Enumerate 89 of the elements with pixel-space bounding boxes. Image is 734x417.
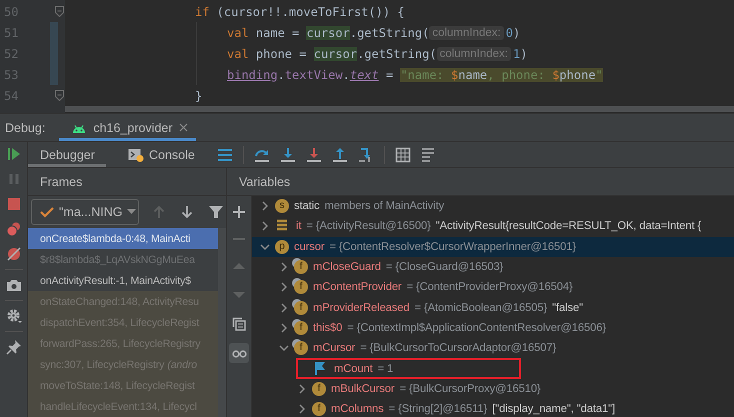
variable-name: mContentProvider bbox=[313, 281, 402, 294]
debug-label: Debug: bbox=[4, 120, 46, 137]
calculator-icon[interactable] bbox=[394, 146, 411, 162]
field-icon: f bbox=[312, 402, 326, 416]
field-icon: f bbox=[294, 320, 308, 335]
camera-icon[interactable] bbox=[6, 277, 22, 293]
code-line: if (cursor!!.moveToFirst()) { bbox=[195, 4, 405, 18]
variable-row[interactable]: f mContentProvider = {ContentProviderProxy@16504} bbox=[252, 277, 734, 298]
fold-icon[interactable] bbox=[55, 90, 64, 101]
code-line: val phone = cursor.getString( columnIndex: 1) bbox=[227, 46, 528, 60]
static-icon: s bbox=[275, 199, 289, 214]
variable-value: = {String[2]@16511} bbox=[388, 403, 488, 416]
variable-value: = {ContextImpl$ApplicationContentResolver@16506} bbox=[347, 322, 606, 334]
resume-icon[interactable] bbox=[6, 146, 22, 162]
minus-icon bbox=[233, 238, 245, 240]
down-arrow-icon[interactable] bbox=[179, 205, 195, 219]
field-icon: f bbox=[312, 382, 326, 396]
code-line: } bbox=[195, 88, 202, 102]
breakpoints-icon[interactable] bbox=[6, 221, 22, 237]
variable-value: = {CloseGuard@16503} bbox=[386, 261, 504, 274]
variable-name: mCount bbox=[334, 362, 373, 375]
variable-row[interactable]: f mCursor = {BulkCursorToCursorAdaptor@16507} bbox=[252, 338, 734, 358]
down-triangle-icon bbox=[233, 292, 245, 298]
stop-icon[interactable] bbox=[6, 196, 22, 212]
parameter-hint: columnIndex: bbox=[436, 46, 511, 60]
field-icon: f bbox=[294, 300, 308, 315]
variable-value: = {BulkCursorToCursorAdaptor@16507} bbox=[360, 342, 556, 354]
variable-row[interactable]: f this$0 = {ContextImpl$ApplicationContentResolver@16506} bbox=[252, 318, 734, 338]
variable-name: cursor bbox=[294, 240, 324, 253]
console-icon bbox=[128, 148, 144, 162]
variable-name: mProviderReleased bbox=[313, 302, 410, 314]
force-step-into-icon[interactable] bbox=[306, 146, 322, 162]
variable-value: = {ContentResolver$CursorWrapperInner@16501} bbox=[329, 240, 576, 253]
variable-name: mCloseGuard bbox=[313, 261, 381, 274]
variable-row[interactable]: mCount = 1 bbox=[296, 358, 521, 379]
variable-row[interactable]: f mProviderReleased = {AtomicBoolean@16505} "false" bbox=[252, 297, 734, 318]
debugger-tab[interactable]: Console bbox=[116, 142, 207, 167]
variable-name: static bbox=[294, 200, 320, 212]
step-into-icon[interactable] bbox=[280, 146, 296, 162]
checkmark-icon bbox=[40, 206, 54, 218]
glasses-icon[interactable] bbox=[229, 343, 249, 363]
session-tab[interactable]: ch16_provider bbox=[59, 114, 196, 141]
variable-row[interactable]: it = {ActivityResult@16500} "ActivityResult{resultCode=RESULT_OK, data=Intent { bbox=[252, 216, 734, 237]
frame-row[interactable]: onActivityResult:-1, MainActivity$ bbox=[28, 270, 218, 291]
field-icon: f bbox=[294, 280, 308, 294]
debugger-tab[interactable]: Debugger bbox=[28, 142, 106, 167]
trace-icon[interactable] bbox=[420, 146, 437, 162]
field-icon: f bbox=[294, 341, 308, 356]
variables-title: Variables bbox=[239, 174, 290, 188]
variable-value: = {BulkCursorProxy@16510} bbox=[400, 382, 541, 395]
variable-value: = {AtomicBoolean@16505} bbox=[414, 302, 548, 314]
code-line: binding.textView.text = "name: $name, phone: $phone" bbox=[227, 68, 603, 82]
variable-name: it bbox=[296, 220, 302, 232]
session-name: ch16_provider bbox=[93, 120, 173, 134]
thread-dropdown[interactable]: "ma...NING bbox=[31, 199, 139, 225]
field-icon: f bbox=[294, 260, 308, 274]
step-out-icon[interactable] bbox=[332, 146, 348, 162]
value-text: "false" bbox=[552, 302, 583, 314]
value-text: ["display_name", "data1"] bbox=[492, 403, 616, 416]
caret-icon bbox=[127, 209, 136, 215]
variable-row[interactable]: f mBulkCursor = {BulkCursorProxy@16510} bbox=[252, 378, 734, 399]
menu-icon[interactable] bbox=[216, 146, 233, 162]
variable-name: mCursor bbox=[313, 342, 356, 354]
value-text: "ActivityResult{resultCode=RESULT_OK, data=Intent { bbox=[436, 220, 702, 232]
variable-row[interactable]: p cursor = {ContentResolver$CursorWrapperInner@16501} bbox=[252, 236, 734, 257]
variable-name: this$0 bbox=[313, 322, 342, 334]
up-triangle-icon bbox=[233, 263, 245, 269]
settings-icon[interactable] bbox=[6, 308, 22, 324]
fold-icon[interactable] bbox=[55, 6, 64, 17]
variable-name: mColumns bbox=[331, 403, 384, 416]
variable-value: = {ContentProviderProxy@16504} bbox=[406, 281, 573, 294]
variable-row[interactable]: f mColumns = {String[2]@16511} ["display_name", "data1"] bbox=[252, 398, 734, 417]
variable-value: = {ActivityResult@16500} bbox=[306, 220, 431, 232]
parameter-hint: columnIndex: bbox=[429, 26, 504, 40]
mute-breakpoints-icon[interactable] bbox=[6, 246, 22, 262]
close-icon[interactable] bbox=[178, 123, 188, 132]
frame-row[interactable]: onCreate$lambda-0:48, MainActi bbox=[28, 228, 218, 249]
variable-name: mBulkCursor bbox=[331, 382, 395, 395]
filter-icon[interactable] bbox=[207, 205, 225, 219]
variable-row[interactable]: s static members of MainActivity bbox=[252, 196, 734, 216]
variable-row[interactable]: f mCloseGuard = {CloseGuard@16503} bbox=[252, 256, 734, 278]
scrollbar-thumb[interactable] bbox=[65, 106, 734, 112]
code-line: val name = cursor.getString( columnIndex: 0) bbox=[227, 26, 520, 40]
frames-title: Frames bbox=[40, 174, 82, 188]
variable-value: members of MainActivity bbox=[324, 200, 444, 212]
pin-icon[interactable] bbox=[6, 339, 22, 355]
up-arrow-icon bbox=[151, 205, 167, 219]
parameter-icon: p bbox=[275, 240, 289, 254]
variable-value: = 1 bbox=[378, 362, 394, 375]
